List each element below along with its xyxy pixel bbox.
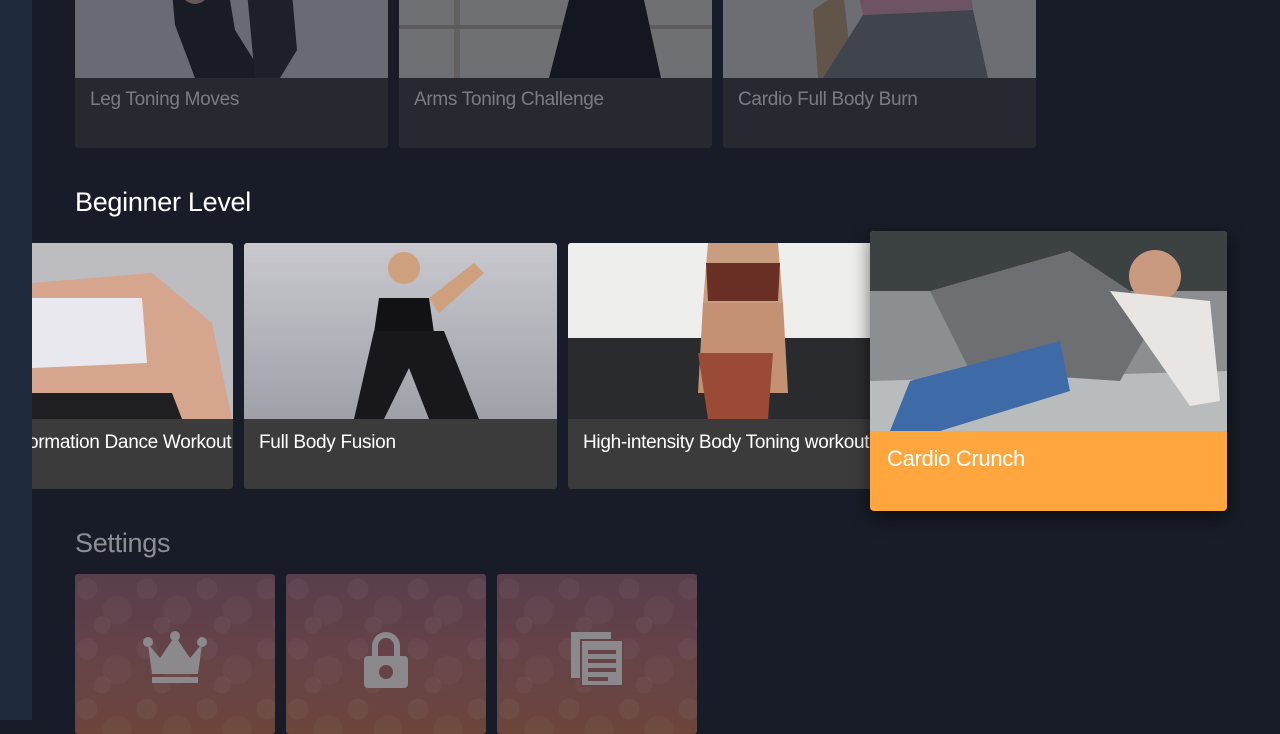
settings-tile-premium[interactable] bbox=[75, 574, 275, 734]
settings-row-title: Settings bbox=[75, 528, 171, 558]
workout-card-cardio-full-body[interactable]: Cardio Full Body Burn bbox=[723, 0, 1036, 148]
workout-card-title: High-intensity Body Toning workout bbox=[583, 432, 870, 453]
workout-thumbnail bbox=[32, 243, 233, 419]
workout-thumbnail bbox=[870, 231, 1227, 431]
settings-tile-lock[interactable] bbox=[286, 574, 486, 734]
workout-card-title: Arms Toning Challenge bbox=[414, 89, 604, 110]
workout-card-title: ormation Dance Workout bbox=[32, 432, 232, 453]
side-navigation-rail bbox=[0, 0, 32, 720]
lock-icon bbox=[364, 632, 408, 688]
workout-thumbnail bbox=[723, 0, 1036, 78]
workout-card-leg-toning[interactable]: Leg Toning Moves bbox=[75, 0, 388, 148]
workout-thumbnail bbox=[568, 243, 881, 419]
settings-tile-documents[interactable] bbox=[497, 574, 697, 734]
workout-card-title: Cardio Full Body Burn bbox=[738, 89, 918, 110]
workout-card-high-intensity-toning[interactable]: High-intensity Body Toning workout bbox=[568, 243, 881, 489]
workout-thumbnail bbox=[244, 243, 557, 419]
workout-card-dance-workout[interactable]: ormation Dance Workout bbox=[32, 243, 233, 489]
workout-card-title: Cardio Crunch bbox=[887, 446, 1025, 471]
workout-thumbnail bbox=[75, 0, 388, 78]
workout-thumbnail bbox=[399, 0, 712, 78]
workout-card-cardio-crunch[interactable]: Cardio Crunch bbox=[870, 231, 1227, 511]
crown-icon bbox=[143, 631, 207, 683]
document-icon bbox=[571, 632, 624, 687]
workout-card-title: Leg Toning Moves bbox=[90, 89, 240, 110]
beginner-row-title: Beginner Level bbox=[75, 187, 251, 217]
workout-card-title: Full Body Fusion bbox=[259, 432, 396, 453]
workout-card-arms-toning[interactable]: Arms Toning Challenge bbox=[399, 0, 712, 148]
workout-card-full-body-fusion[interactable]: Full Body Fusion bbox=[244, 243, 557, 489]
